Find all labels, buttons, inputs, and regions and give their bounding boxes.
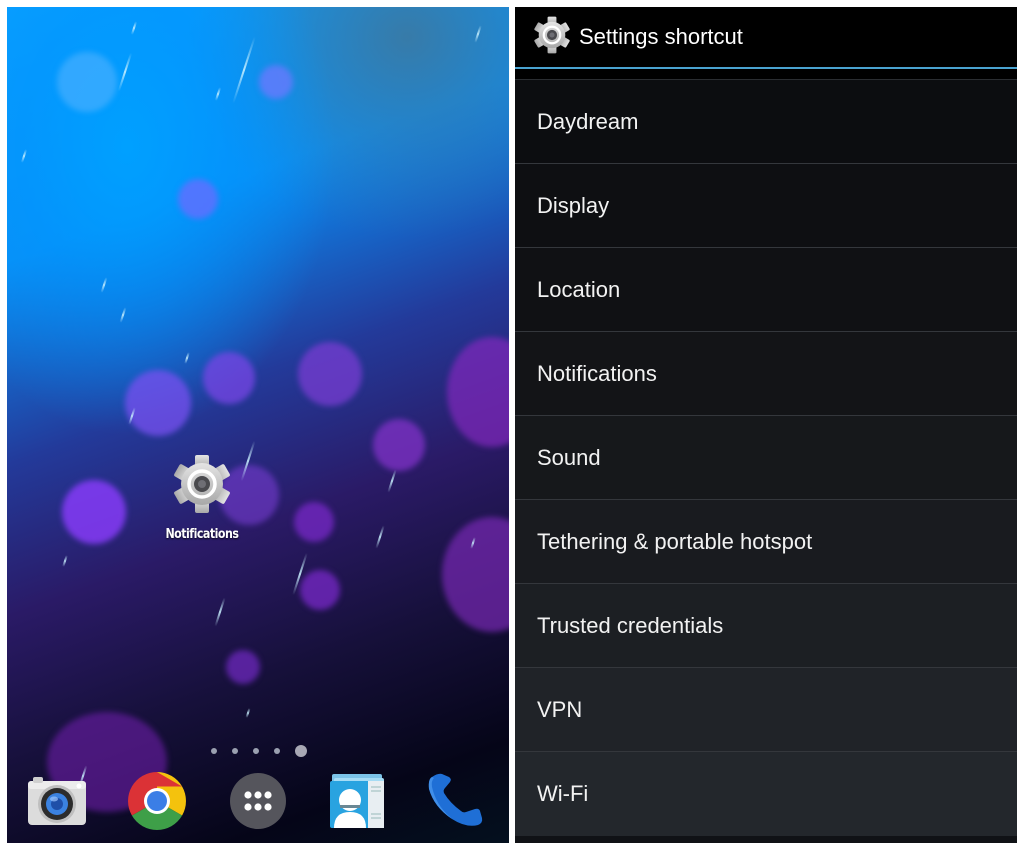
list-item-label: Notifications: [537, 360, 657, 386]
list-top-spacer: [515, 69, 1017, 80]
notifications-shortcut[interactable]: Notifications: [147, 454, 257, 542]
wallpaper-streak: [130, 21, 138, 35]
chrome-app-button[interactable]: [126, 771, 188, 836]
settings-shortcut-panel: Settings shortcut Daydream Display Locat…: [515, 7, 1017, 843]
list-item-label: Location: [537, 276, 621, 302]
wallpaper-bokeh: [57, 52, 117, 112]
page-dot[interactable]: [211, 748, 217, 754]
wallpaper-bokeh: [294, 502, 334, 542]
list-item-location[interactable]: Location: [515, 248, 1017, 332]
page-dot[interactable]: [232, 748, 238, 754]
list-item-vpn[interactable]: VPN: [515, 668, 1017, 752]
contacts-icon: [328, 772, 386, 835]
wallpaper-streak: [474, 25, 482, 43]
wallpaper-streak: [20, 149, 28, 163]
settings-gear-icon: [173, 454, 231, 519]
wallpaper-bokeh: [178, 179, 218, 219]
list-item-daydream[interactable]: Daydream: [515, 80, 1017, 164]
wallpaper-bokeh: [203, 352, 255, 404]
list-item-tethering[interactable]: Tethering & portable hotspot: [515, 500, 1017, 584]
app-drawer-icon: [229, 772, 287, 835]
dialog-title: Settings shortcut: [579, 24, 743, 49]
camera-icon: [27, 775, 89, 832]
list-item-label: Daydream: [537, 108, 639, 134]
dock: [7, 771, 509, 838]
list-item-label: Trusted credentials: [537, 612, 724, 638]
wallpaper-streak: [100, 277, 108, 293]
wallpaper-streak: [214, 597, 226, 627]
wallpaper-bokeh: [226, 650, 260, 684]
list-item-display[interactable]: Display: [515, 164, 1017, 248]
list-item-label: VPN: [537, 696, 583, 722]
wallpaper-bokeh: [125, 370, 191, 436]
phone-icon: [426, 773, 486, 834]
list-item-label: Display: [537, 192, 610, 218]
wallpaper-bokeh: [259, 65, 293, 99]
wallpaper-streak: [232, 36, 256, 104]
settings-list: Daydream Display Location Notifications …: [515, 80, 1017, 836]
home-screen: Notifications: [7, 7, 509, 843]
page-dot-active[interactable]: [295, 745, 307, 757]
camera-app-button[interactable]: [27, 772, 89, 834]
wallpaper-streak: [62, 554, 68, 568]
app-drawer-button[interactable]: [227, 772, 289, 834]
wallpaper-bokeh: [298, 342, 362, 406]
list-item-wifi[interactable]: Wi-Fi: [515, 752, 1017, 836]
wallpaper-streak: [245, 707, 251, 719]
wallpaper-streak: [375, 525, 385, 549]
contacts-app-button[interactable]: [326, 772, 388, 834]
wallpaper-bokeh: [300, 570, 340, 610]
wallpaper-bokeh: [373, 419, 425, 471]
title-bar: Settings shortcut: [515, 7, 1017, 67]
list-item-notifications[interactable]: Notifications: [515, 332, 1017, 416]
phone-app-button[interactable]: [425, 772, 487, 834]
list-item-label: Wi-Fi: [537, 781, 589, 806]
wallpaper-streak: [387, 469, 397, 493]
chrome-icon: [127, 771, 187, 836]
wallpaper-bokeh: [442, 517, 509, 632]
page-dot[interactable]: [253, 748, 259, 754]
page-dot[interactable]: [274, 748, 280, 754]
list-item-sound[interactable]: Sound: [515, 416, 1017, 500]
wallpaper-streak: [117, 52, 133, 92]
page-indicator: [211, 745, 307, 757]
list-item-trusted-credentials[interactable]: Trusted credentials: [515, 584, 1017, 668]
settings-gear-icon: [533, 16, 571, 59]
wallpaper-bokeh: [62, 480, 126, 544]
wallpaper-streak: [214, 87, 222, 101]
wallpaper-streak: [119, 307, 127, 323]
wallpaper-streak: [184, 351, 190, 365]
wallpaper-bokeh: [447, 337, 509, 447]
shortcut-label: Notifications: [165, 527, 240, 542]
list-item-label: Sound: [537, 444, 601, 470]
list-item-label: Tethering & portable hotspot: [537, 528, 813, 554]
